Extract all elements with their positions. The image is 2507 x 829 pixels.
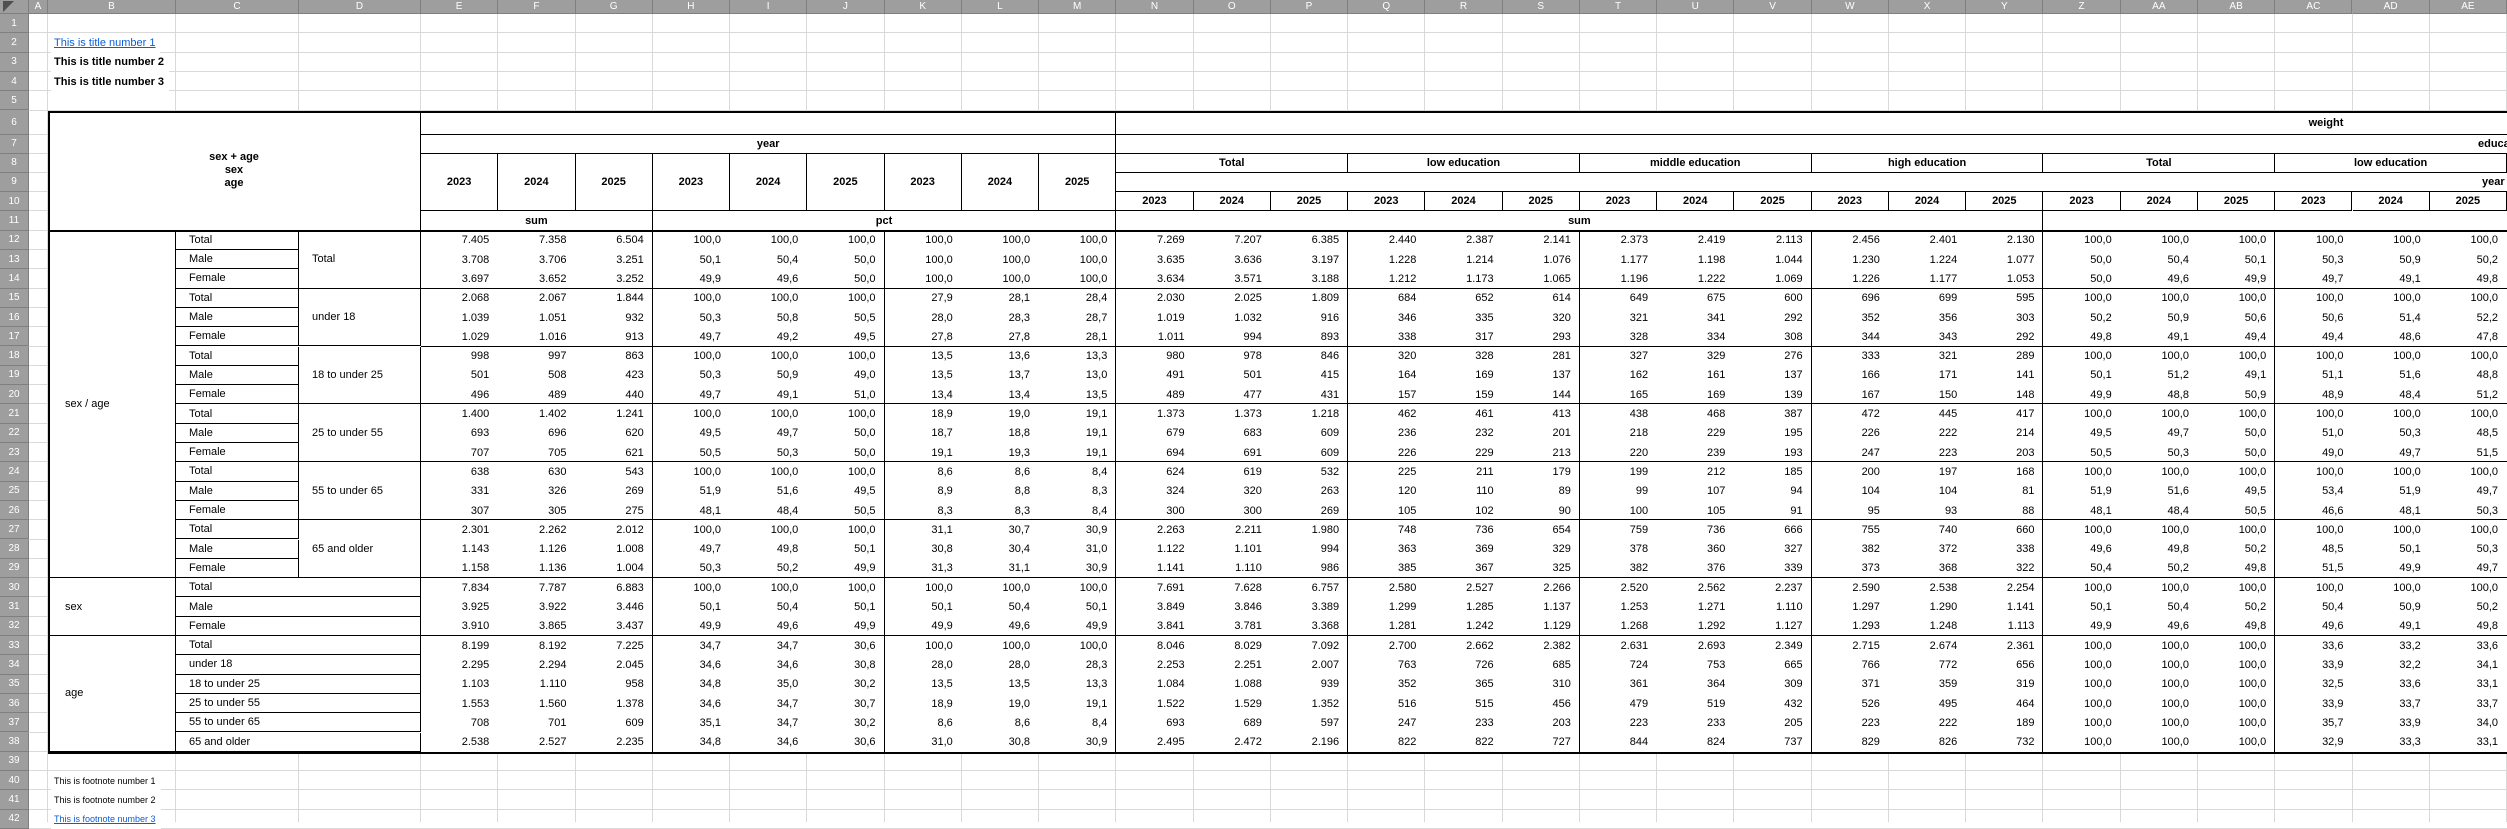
row-header-33[interactable]: 33 [0,636,29,655]
row-header-12[interactable]: 12 [0,231,29,250]
select-all-button[interactable] [0,0,29,14]
row-header-27[interactable]: 27 [0,520,29,539]
col-header-E[interactable]: E [421,0,498,14]
col-header-N[interactable]: N [1116,0,1193,14]
row-header-7[interactable]: 7 [0,135,29,154]
spreadsheet-app: { "colors": { "link": "#0b5ed7", "commen… [0,0,2507,822]
col-header-U[interactable]: U [1657,0,1734,14]
row-header-5[interactable]: 5 [0,91,29,110]
row-header-14[interactable]: 14 [0,269,29,288]
col-header-AD[interactable]: AD [2353,0,2430,14]
select-all-icon [3,1,14,12]
column-header-strip: ABCDEFGHIJKLMNOPQRSTUVWXYZAAABACADAE [0,0,2507,14]
row-header-23[interactable]: 23 [0,443,29,462]
row-header-19[interactable]: 19 [0,366,29,385]
row-header-6[interactable]: 6 [0,111,29,135]
col-header-I[interactable]: I [730,0,807,14]
col-header-D[interactable]: D [299,0,421,14]
col-header-J[interactable]: J [807,0,884,14]
row-header-3[interactable]: 3 [0,53,29,72]
row-header-31[interactable]: 31 [0,597,29,616]
col-header-M[interactable]: M [1039,0,1116,14]
row-header-11[interactable]: 11 [0,211,29,230]
col-header-Q[interactable]: Q [1348,0,1425,14]
row-header-38[interactable]: 38 [0,733,29,752]
title-text: This is title number 2 [51,53,169,72]
col-header-L[interactable]: L [962,0,1039,14]
title-link[interactable]: This is title number 1 [51,33,160,52]
col-header-R[interactable]: R [1425,0,1502,14]
row-header-13[interactable]: 13 [0,250,29,269]
col-header-X[interactable]: X [1889,0,1966,14]
col-header-Z[interactable]: Z [2043,0,2120,14]
footnote-text: This is footnote number 2 [51,790,161,809]
col-header-Y[interactable]: Y [1966,0,2043,14]
col-header-V[interactable]: V [1734,0,1811,14]
col-header-AA[interactable]: AA [2121,0,2198,14]
col-header-H[interactable]: H [653,0,730,14]
row-header-16[interactable]: 16 [0,308,29,327]
col-header-O[interactable]: O [1194,0,1271,14]
col-header-P[interactable]: P [1271,0,1348,14]
footnote-link[interactable]: This is footnote number 3 [51,810,161,829]
row-header-2[interactable]: 2 [0,33,29,52]
col-header-AB[interactable]: AB [2198,0,2275,14]
col-header-AE[interactable]: AE [2430,0,2507,14]
col-header-B[interactable]: B [48,0,176,14]
row-header-40[interactable]: 40 [0,771,29,790]
row-header-24[interactable]: 24 [0,462,29,481]
row-header-42[interactable]: 42 [0,810,29,829]
row-header-29[interactable]: 29 [0,559,29,578]
col-header-C[interactable]: C [176,0,299,14]
titles-and-footnotes: This is title number 1This is title numb… [0,0,2507,822]
col-header-T[interactable]: T [1580,0,1657,14]
row-header-18[interactable]: 18 [0,347,29,366]
col-header-W[interactable]: W [1812,0,1889,14]
row-header-9[interactable]: 9 [0,173,29,192]
title-text: This is title number 3 [51,72,169,91]
row-header-36[interactable]: 36 [0,694,29,713]
row-header-26[interactable]: 26 [0,501,29,520]
row-header-17[interactable]: 17 [0,327,29,346]
row-header-32[interactable]: 32 [0,617,29,636]
row-header-10[interactable]: 10 [0,192,29,211]
row-header-20[interactable]: 20 [0,385,29,404]
row-header-30[interactable]: 30 [0,578,29,597]
row-header-28[interactable]: 28 [0,540,29,559]
row-header-8[interactable]: 8 [0,154,29,173]
row-header-1[interactable]: 1 [0,14,29,33]
row-header-25[interactable]: 25 [0,482,29,501]
footnote-text: This is footnote number 1 [51,771,161,790]
col-header-AC[interactable]: AC [2275,0,2352,14]
row-header-22[interactable]: 22 [0,424,29,443]
row-header-21[interactable]: 21 [0,404,29,423]
col-header-G[interactable]: G [576,0,653,14]
row-header-34[interactable]: 34 [0,655,29,674]
col-header-S[interactable]: S [1503,0,1580,14]
col-header-A[interactable]: A [29,0,48,14]
row-header-15[interactable]: 15 [0,289,29,308]
row-header-37[interactable]: 37 [0,713,29,732]
row-header-39[interactable]: 39 [0,752,29,771]
col-header-F[interactable]: F [498,0,575,14]
row-header-4[interactable]: 4 [0,72,29,91]
row-header-35[interactable]: 35 [0,675,29,694]
row-header-strip: 1234567891011121314151617181920212223242… [0,14,29,822]
row-header-41[interactable]: 41 [0,790,29,809]
col-header-K[interactable]: K [885,0,962,14]
